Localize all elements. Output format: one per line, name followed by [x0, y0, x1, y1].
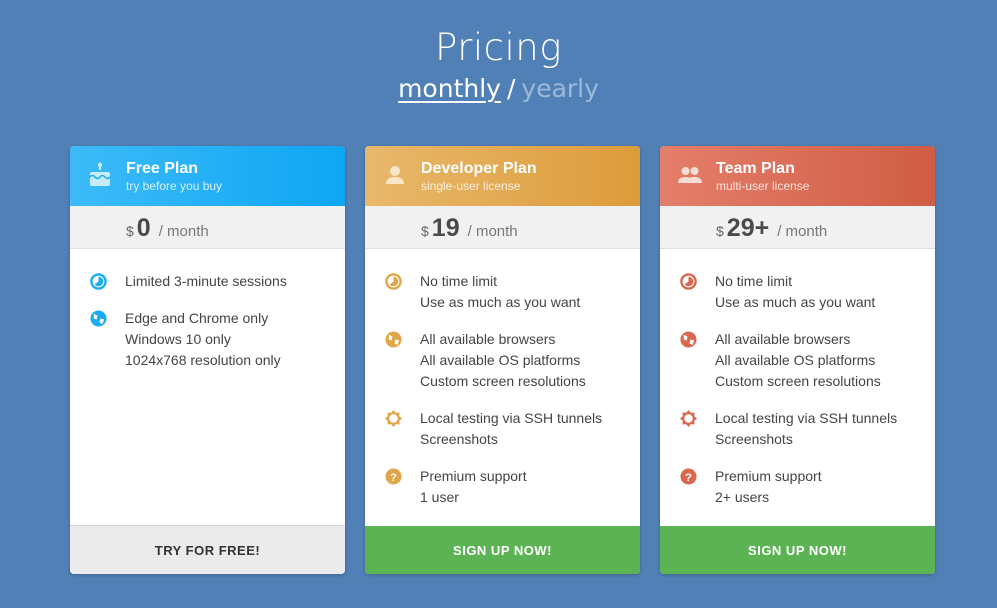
- feature-item: No time limit Use as much as you want: [365, 271, 640, 313]
- globe-icon: [385, 331, 402, 348]
- price-amount: 19: [431, 214, 460, 242]
- price-amount: 0: [136, 214, 151, 242]
- feature-text: Limited 3-minute sessions: [125, 273, 287, 289]
- feature-text: All available OS platforms: [715, 352, 876, 368]
- feature-text: Custom screen resolutions: [715, 373, 881, 389]
- feature-text: Screenshots: [420, 431, 498, 447]
- user-icon: [386, 166, 404, 184]
- price-currency: $: [716, 223, 724, 239]
- feature-text: Local testing via SSH tunnels: [420, 410, 603, 426]
- feature-text: Custom screen resolutions: [420, 373, 586, 389]
- globe-icon: [90, 310, 107, 327]
- plan-price: $ 19 / month: [365, 206, 640, 249]
- plan-card-team: Team Plan multi-user license $ 29+ / mon…: [660, 146, 935, 574]
- period-separator: /: [506, 74, 516, 103]
- feature-item: ? Premium support 1 user: [365, 466, 640, 508]
- feature-text: All available browsers: [715, 331, 851, 347]
- feature-text: 1024x768 resolution only: [125, 352, 281, 368]
- feature-list: No time limit Use as much as you want Al…: [660, 271, 935, 524]
- feature-text: Screenshots: [715, 431, 793, 447]
- feature-text: Use as much as you want: [420, 294, 581, 310]
- plan-name: Developer Plan: [421, 160, 537, 177]
- feature-text: Use as much as you want: [715, 294, 876, 310]
- plan-card-free: Free Plan try before you buy $ 0 / month…: [70, 146, 345, 574]
- period-yearly-link[interactable]: yearly: [521, 74, 599, 103]
- price-period: / month: [467, 223, 518, 240]
- feature-item: Limited 3-minute sessions: [70, 271, 345, 292]
- plan-name: Team Plan: [716, 160, 795, 177]
- period-monthly-link[interactable]: monthly: [398, 74, 501, 103]
- feature-text: 1 user: [420, 489, 459, 505]
- feature-item: All available browsers All available OS …: [365, 329, 640, 392]
- help-icon: ?: [680, 468, 697, 485]
- sign-up-button-team[interactable]: SIGN UP NOW!: [660, 526, 935, 574]
- plan-subtitle: multi-user license: [716, 179, 810, 193]
- feature-text: Edge and Chrome only: [125, 310, 269, 326]
- feature-text: Premium support: [420, 468, 527, 484]
- price-currency: $: [126, 223, 134, 239]
- feature-item: No time limit Use as much as you want: [660, 271, 935, 313]
- feature-item: All available browsers All available OS …: [660, 329, 935, 392]
- globe-icon: [680, 331, 697, 348]
- feature-item: Local testing via SSH tunnels Screenshot…: [365, 408, 640, 450]
- price-currency: $: [421, 223, 429, 239]
- feature-text: All available OS platforms: [420, 352, 581, 368]
- try-for-free-button[interactable]: TRY FOR FREE!: [70, 525, 345, 574]
- page-title: Pricing: [435, 26, 562, 69]
- plan-header: Free Plan try before you buy: [70, 146, 345, 206]
- feature-item: ? Premium support 2+ users: [660, 466, 935, 508]
- plan-subtitle: try before you buy: [126, 179, 223, 193]
- price-amount: 29+: [726, 214, 770, 242]
- plan-subtitle: single-user license: [421, 179, 521, 193]
- users-icon: [678, 167, 702, 183]
- help-icon: ?: [385, 468, 402, 485]
- plan-card-developer: Developer Plan single-user license $ 19 …: [365, 146, 640, 574]
- svg-text:?: ?: [390, 472, 397, 484]
- sign-up-button-developer[interactable]: SIGN UP NOW!: [365, 526, 640, 574]
- feature-list: Limited 3-minute sessions Edge and Chrom…: [70, 271, 345, 387]
- feature-item: Local testing via SSH tunnels Screenshot…: [660, 408, 935, 450]
- plan-price: $ 0 / month: [70, 206, 345, 249]
- feature-text: Local testing via SSH tunnels: [715, 410, 898, 426]
- plan-header: Team Plan multi-user license: [660, 146, 935, 206]
- plan-header: Developer Plan single-user license: [365, 146, 640, 206]
- feature-text: All available browsers: [420, 331, 556, 347]
- gear-icon: [385, 410, 402, 427]
- plan-name: Free Plan: [126, 160, 199, 177]
- feature-text: Windows 10 only: [125, 331, 231, 347]
- cake-icon: [89, 162, 111, 186]
- price-period: / month: [158, 223, 209, 240]
- feature-item: Edge and Chrome only Windows 10 only 102…: [70, 308, 345, 371]
- billing-period-toggle: monthly / yearly: [0, 74, 997, 103]
- feature-text: Premium support: [715, 468, 822, 484]
- plan-price: $ 29+ / month: [660, 206, 935, 249]
- clock-icon: [680, 273, 697, 290]
- clock-icon: [385, 273, 402, 290]
- feature-text: No time limit: [420, 273, 498, 289]
- svg-text:?: ?: [685, 472, 692, 484]
- gear-icon: [680, 410, 697, 427]
- feature-list: No time limit Use as much as you want Al…: [365, 271, 640, 524]
- feature-text: No time limit: [715, 273, 793, 289]
- price-period: / month: [777, 223, 828, 240]
- feature-text: 2+ users: [715, 489, 770, 505]
- clock-icon: [90, 273, 107, 290]
